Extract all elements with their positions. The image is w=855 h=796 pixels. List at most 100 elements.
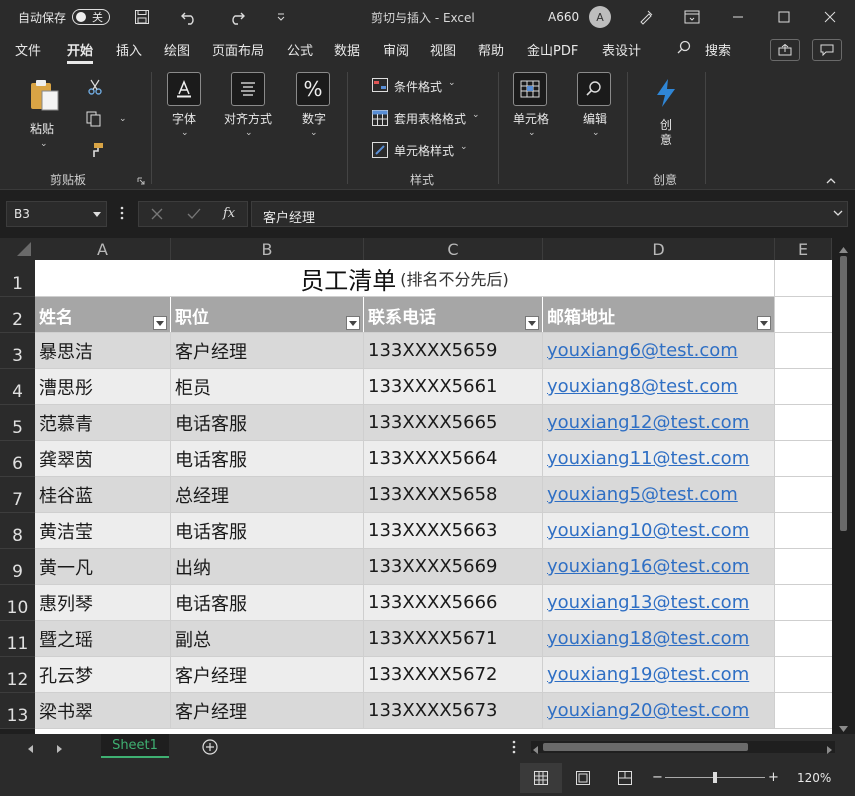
name-cell[interactable]: 黄一凡: [35, 549, 171, 584]
insert-function-button[interactable]: fx: [223, 206, 235, 221]
expand-formula-icon[interactable]: [833, 206, 843, 221]
phone-cell[interactable]: 133XXXX5666: [364, 585, 543, 620]
align-caret-icon[interactable]: ⌄: [245, 128, 253, 138]
tab-review[interactable]: 审阅: [383, 40, 409, 59]
zoom-level[interactable]: 120%: [797, 771, 831, 785]
tab-formulas[interactable]: 公式: [287, 40, 313, 59]
format-as-table-icon[interactable]: [372, 110, 388, 129]
email-cell[interactable]: youxiang13@test.com: [543, 585, 775, 620]
position-cell[interactable]: 出纳: [171, 549, 364, 584]
filter-dropdown-icon[interactable]: [525, 316, 539, 330]
cancel-icon[interactable]: [151, 208, 163, 223]
header-cell[interactable]: 姓名: [35, 297, 171, 333]
page-layout-view-icon[interactable]: [576, 771, 590, 788]
header-cell[interactable]: 联系电话: [364, 297, 543, 333]
column-header-c[interactable]: C: [364, 238, 543, 260]
cells-button[interactable]: 单元格: [513, 110, 549, 127]
email-link[interactable]: youxiang20@test.com: [547, 700, 749, 721]
row-header[interactable]: 10: [0, 585, 35, 621]
column-header-a[interactable]: A: [35, 238, 171, 260]
position-cell[interactable]: 电话客服: [171, 441, 364, 476]
name-cell[interactable]: 桂谷蓝: [35, 477, 171, 512]
email-cell[interactable]: youxiang20@test.com: [543, 693, 775, 728]
next-sheet-icon[interactable]: [56, 742, 62, 756]
column-header-d[interactable]: D: [543, 238, 775, 260]
cell-style-button[interactable]: 单元格样式: [394, 142, 454, 159]
email-link[interactable]: youxiang19@test.com: [547, 664, 749, 685]
row-header[interactable]: 6: [0, 441, 35, 477]
tab-insert[interactable]: 插入: [116, 40, 142, 59]
name-cell[interactable]: 龚翠茵: [35, 441, 171, 476]
header-cell[interactable]: 邮箱地址: [543, 297, 775, 333]
undo-icon[interactable]: [180, 0, 198, 34]
filter-dropdown-icon[interactable]: [757, 316, 771, 330]
row-header[interactable]: 9: [0, 549, 35, 585]
name-cell[interactable]: 梁书翠: [35, 693, 171, 728]
name-cell[interactable]: 暴思洁: [35, 333, 171, 368]
name-cell[interactable]: 暨之瑶: [35, 621, 171, 656]
title-cell[interactable]: 员工清单 (排名不分先后): [35, 260, 775, 296]
email-link[interactable]: youxiang10@test.com: [547, 520, 749, 541]
email-cell[interactable]: youxiang12@test.com: [543, 405, 775, 440]
name-cell[interactable]: 范慕青: [35, 405, 171, 440]
sheet-tab-sheet1[interactable]: Sheet1: [101, 734, 169, 758]
search-label[interactable]: 搜索: [705, 40, 731, 59]
phone-cell[interactable]: 133XXXX5669: [364, 549, 543, 584]
cells-icon[interactable]: [513, 72, 547, 106]
row-header[interactable]: 2: [0, 297, 35, 333]
phone-cell[interactable]: 133XXXX5671: [364, 621, 543, 656]
conditional-format-caret-icon[interactable]: ⌄: [448, 78, 456, 88]
email-cell[interactable]: youxiang18@test.com: [543, 621, 775, 656]
save-icon[interactable]: [134, 0, 150, 34]
email-link[interactable]: youxiang11@test.com: [547, 448, 749, 469]
enter-icon[interactable]: [187, 208, 201, 223]
avatar[interactable]: A: [589, 0, 611, 34]
vertical-scroll-thumb[interactable]: [840, 256, 847, 531]
email-link[interactable]: youxiang12@test.com: [547, 412, 749, 433]
number-caret-icon[interactable]: ⌄: [310, 128, 318, 138]
tab-page-layout[interactable]: 页面布局: [212, 40, 264, 59]
phone-cell[interactable]: 133XXXX5663: [364, 513, 543, 548]
name-cell[interactable]: 黄洁莹: [35, 513, 171, 548]
name-cell[interactable]: 漕思彤: [35, 369, 171, 404]
row-header[interactable]: 1: [0, 260, 35, 297]
conditional-format-icon[interactable]: [372, 78, 388, 95]
tab-table-design[interactable]: 表设计: [602, 40, 641, 59]
position-cell[interactable]: 电话客服: [171, 585, 364, 620]
zoom-slider-thumb[interactable]: [713, 772, 717, 783]
horizontal-scroll-thumb[interactable]: [543, 743, 748, 751]
tabs-more-icon[interactable]: [512, 740, 516, 757]
tab-view[interactable]: 视图: [430, 40, 456, 59]
font-button[interactable]: 字体: [172, 110, 196, 127]
name-box[interactable]: B3: [6, 201, 107, 227]
paste-button[interactable]: 粘贴: [30, 120, 54, 137]
row-header[interactable]: 7: [0, 477, 35, 513]
scroll-down-icon[interactable]: [839, 722, 848, 732]
scroll-up-icon[interactable]: [839, 243, 848, 253]
pen-icon[interactable]: [638, 0, 654, 34]
customize-toolbar-icon[interactable]: [276, 0, 286, 34]
email-cell[interactable]: youxiang6@test.com: [543, 333, 775, 368]
zoom-slider[interactable]: [665, 772, 765, 783]
tab-wps-pdf[interactable]: 金山PDF: [527, 40, 578, 59]
position-cell[interactable]: 客户经理: [171, 693, 364, 728]
sheet-cells[interactable]: 员工清单 (排名不分先后) 姓名 职位 联系电话 邮箱地址 暴思洁 客户经理 1…: [35, 260, 832, 734]
user-name[interactable]: A660: [548, 0, 579, 34]
paste-icon[interactable]: [28, 78, 60, 115]
email-cell[interactable]: youxiang11@test.com: [543, 441, 775, 476]
select-all-corner[interactable]: [0, 238, 35, 260]
email-link[interactable]: youxiang18@test.com: [547, 628, 749, 649]
clipboard-launcher-icon[interactable]: [137, 174, 145, 188]
email-cell[interactable]: youxiang10@test.com: [543, 513, 775, 548]
minimize-icon[interactable]: [732, 0, 744, 34]
phone-cell[interactable]: 133XXXX5664: [364, 441, 543, 476]
email-cell[interactable]: youxiang8@test.com: [543, 369, 775, 404]
row-header[interactable]: 5: [0, 405, 35, 441]
comments-button[interactable]: [812, 39, 842, 61]
horizontal-scrollbar[interactable]: [531, 741, 835, 754]
maximize-icon[interactable]: [778, 0, 790, 34]
email-link[interactable]: youxiang6@test.com: [547, 340, 738, 361]
column-header-b[interactable]: B: [171, 238, 364, 260]
lightning-icon[interactable]: [654, 78, 678, 111]
align-icon[interactable]: [231, 72, 265, 106]
